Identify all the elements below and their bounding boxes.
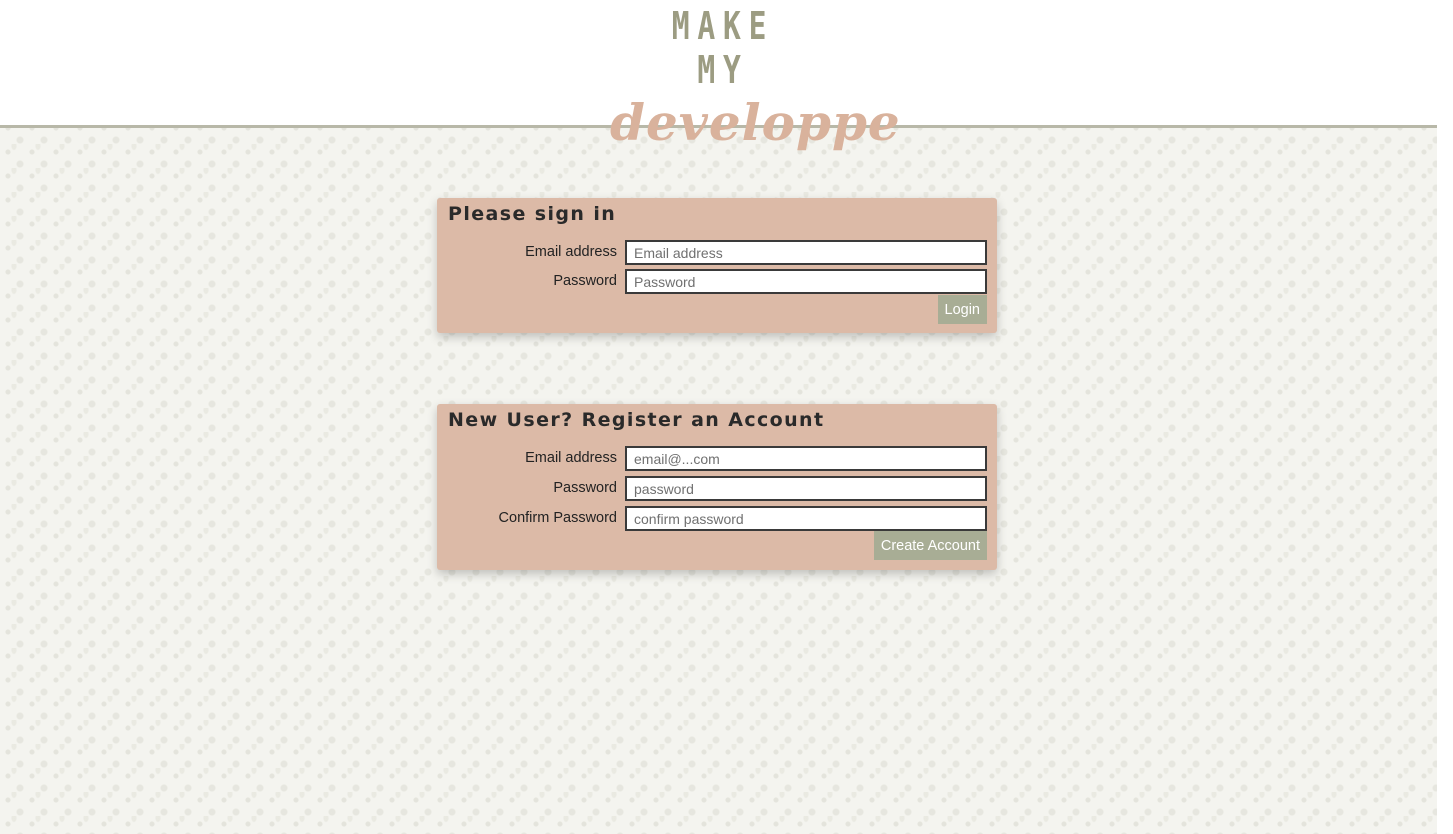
sign-in-password-input[interactable] <box>625 269 987 294</box>
page: MAKE MY developpe Please sign in Email a… <box>0 0 1437 834</box>
scrollbar-gutter <box>1437 0 1453 834</box>
logo-text-script: developpe <box>610 93 901 152</box>
sign-in-panel: Please sign in Email address Password Lo… <box>437 198 997 333</box>
site-header: MAKE MY developpe <box>0 0 1437 152</box>
register-email-label: Email address <box>525 450 617 466</box>
sign-in-password-row: Password <box>437 269 997 294</box>
brand-logo[interactable]: MAKE MY developpe <box>610 4 900 152</box>
register-password-label: Password <box>553 480 617 496</box>
sign-in-email-label: Email address <box>525 244 617 260</box>
sign-in-email-input[interactable] <box>625 240 987 265</box>
register-email-input[interactable] <box>625 446 987 471</box>
register-confirm-row: Confirm Password <box>437 506 997 531</box>
register-confirm-label: Confirm Password <box>498 510 617 526</box>
register-password-row: Password <box>437 476 997 501</box>
register-password-input[interactable] <box>625 476 987 501</box>
sign-in-password-label: Password <box>553 273 617 289</box>
create-account-button[interactable]: Create Account <box>873 531 987 560</box>
register-panel: New User? Register an Account Email addr… <box>437 404 997 570</box>
login-button[interactable]: Login <box>937 295 987 324</box>
register-title: New User? Register an Account <box>448 409 825 431</box>
sign-in-title: Please sign in <box>448 203 617 225</box>
sign-in-email-row: Email address <box>437 240 997 265</box>
logo-text-top: MAKE MY <box>671 4 775 92</box>
register-confirm-input[interactable] <box>625 506 987 531</box>
register-email-row: Email address <box>437 446 997 471</box>
